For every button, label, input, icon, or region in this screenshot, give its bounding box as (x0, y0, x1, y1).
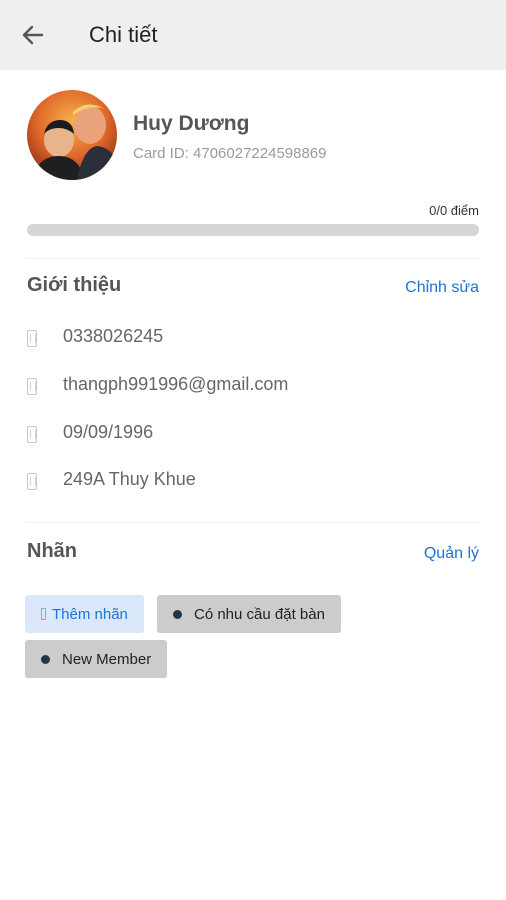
label-chip[interactable]: New Member (25, 640, 168, 678)
labels-section-title: Nhãn (27, 540, 77, 562)
manage-labels-link[interactable]: Quản lý (424, 545, 479, 563)
location-icon (27, 473, 37, 490)
intro-section-title: Giới thiệu (27, 274, 122, 296)
add-label-button[interactable]: Thêm nhãn (25, 595, 144, 633)
address-value: 249A Thuy Khue (63, 469, 196, 489)
page-title: Chi tiết (89, 22, 158, 47)
label-chip-text: New Member (62, 650, 152, 668)
email-icon (27, 378, 37, 395)
avatar[interactable] (27, 90, 117, 180)
label-chip[interactable]: Có nhu cầu đặt bàn (157, 595, 341, 633)
address-row: 249A Thuy Khue (27, 467, 479, 497)
edit-intro-link[interactable]: Chỉnh sửa (405, 279, 479, 297)
divider (27, 522, 479, 523)
points-progress-bar (27, 224, 479, 236)
phone-row: 0338026245 (27, 324, 479, 354)
phone-value: 0338026245 (63, 326, 164, 346)
email-value: thangph991996@gmail.com (63, 374, 289, 394)
label-chip-text: Có nhu cầu đặt bàn (194, 605, 325, 623)
avatar-image (27, 90, 117, 180)
label-dot-icon (173, 609, 182, 619)
email-row: thangph991996@gmail.com (27, 372, 479, 402)
app-bar: Chi tiết (0, 0, 506, 70)
customer-name: Huy Dương (133, 112, 250, 135)
label-dot-icon (41, 654, 50, 664)
arrow-left-icon[interactable] (20, 22, 46, 48)
phone-icon (27, 330, 37, 347)
card-id: Card ID: 4706027224598869 (133, 145, 327, 162)
birthday-row: 09/09/1996 (27, 420, 479, 450)
birthday-value: 09/09/1996 (63, 422, 154, 442)
divider (27, 258, 479, 259)
calendar-icon (27, 426, 37, 443)
points-label: 0/0 điểm (429, 203, 479, 218)
add-label-text: Thêm nhãn (52, 605, 128, 623)
plus-icon (41, 608, 46, 620)
